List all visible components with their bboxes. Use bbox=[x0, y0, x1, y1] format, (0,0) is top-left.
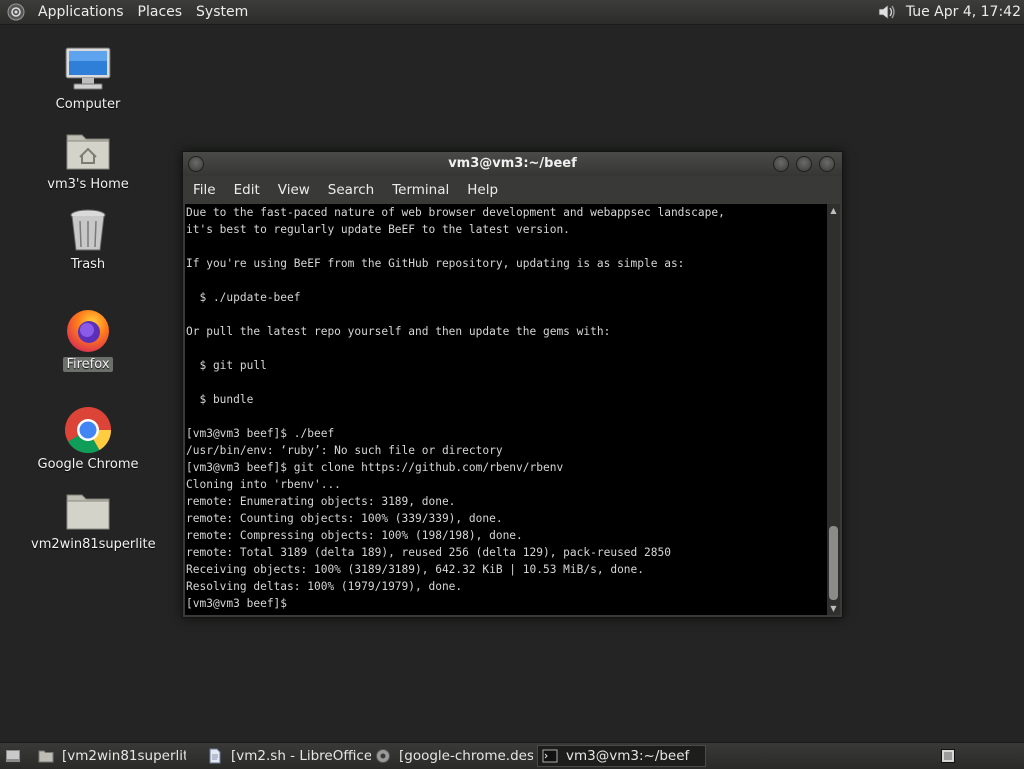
minimize-button[interactable] bbox=[773, 156, 789, 172]
desktop-icon-label: vm3's Home bbox=[47, 177, 129, 192]
terminal-line: Cloning into 'rbenv'... bbox=[186, 478, 341, 491]
desktop-icon-label: Google Chrome bbox=[37, 457, 139, 472]
trash-icon bbox=[70, 209, 106, 251]
desktop-icon-computer[interactable]: Computer bbox=[28, 45, 148, 112]
terminal-line: Receiving objects: 100% (3189/3189), 642… bbox=[186, 563, 645, 576]
taskbar-item-label: [google-chrome.des... bbox=[399, 748, 533, 764]
desktop-icon-home[interactable]: vm3's Home bbox=[28, 125, 148, 192]
firefox-icon bbox=[67, 310, 109, 352]
window-title: vm3@vm3:~/beef bbox=[448, 156, 577, 171]
desktop-icon-label: Firefox bbox=[63, 357, 113, 372]
applications-menu[interactable]: Applications bbox=[31, 1, 131, 23]
taskbar-item-google-chrome-desktop[interactable]: [google-chrome.des... bbox=[371, 745, 533, 767]
desktop-icon-label: vm2win81superlite bbox=[31, 537, 156, 552]
terminal-output[interactable]: Due to the fast-paced nature of web brow… bbox=[185, 204, 827, 615]
desktop-icon-label: Trash bbox=[70, 257, 106, 272]
taskbar-item-terminal[interactable]: vm3@vm3:~/beef bbox=[537, 745, 706, 767]
top-panel-tray: Tue Apr 4, 17:42 bbox=[876, 0, 1024, 24]
settings-icon bbox=[376, 749, 390, 763]
folder-icon bbox=[38, 750, 54, 763]
top-panel: Applications Places System Tue Apr 4, 17… bbox=[0, 0, 1024, 25]
system-menu[interactable]: System bbox=[189, 1, 255, 23]
gnome-foot-icon[interactable] bbox=[7, 3, 25, 21]
terminal-line: $ git pull bbox=[186, 359, 267, 372]
taskbar-item-vm2win81superlite[interactable]: [vm2win81superlite] bbox=[34, 745, 186, 767]
folder-icon bbox=[66, 494, 110, 530]
terminal-line: remote: Total 3189 (delta 189), reused 2… bbox=[186, 546, 671, 559]
computer-icon bbox=[65, 47, 111, 90]
terminal-line: Due to the fast-paced nature of web brow… bbox=[186, 206, 725, 219]
terminal-line: remote: Enumerating objects: 3189, done. bbox=[186, 495, 456, 508]
terminal-line: /usr/bin/env: ‘ruby’: No such file or di… bbox=[186, 444, 503, 457]
taskbar-item-libreoffice[interactable]: [vm2.sh - LibreOffice... bbox=[203, 745, 371, 767]
terminal-line: Or pull the latest repo yourself and the… bbox=[186, 325, 611, 338]
terminal-prompt-line: [vm3@vm3 beef]$ bbox=[186, 597, 294, 610]
terminal-line: remote: Compressing objects: 100% (198/1… bbox=[186, 529, 523, 542]
workspace-switcher[interactable] bbox=[941, 749, 955, 763]
terminal-line: remote: Counting objects: 100% (339/339)… bbox=[186, 512, 503, 525]
terminal-line: it's best to regularly update BeEF to th… bbox=[186, 223, 570, 236]
scrollbar-thumb[interactable] bbox=[829, 526, 838, 600]
menu-view[interactable]: View bbox=[269, 178, 319, 202]
terminal-menubar: File Edit View Search Terminal Help bbox=[183, 177, 842, 203]
terminal-icon bbox=[542, 749, 558, 763]
menu-terminal[interactable]: Terminal bbox=[383, 178, 458, 202]
show-desktop-icon[interactable] bbox=[5, 749, 21, 763]
desktop-icon-chrome[interactable]: Google Chrome bbox=[28, 405, 148, 472]
chrome-icon bbox=[65, 407, 112, 454]
menu-search[interactable]: Search bbox=[319, 178, 383, 202]
terminal-scrollbar[interactable]: ▲ ▼ bbox=[827, 204, 840, 615]
desktop-icon-trash[interactable]: Trash bbox=[28, 205, 148, 272]
taskbar-item-label: [vm2.sh - LibreOffice... bbox=[231, 748, 371, 764]
clock[interactable]: Tue Apr 4, 17:42 bbox=[906, 4, 1021, 20]
window-titlebar[interactable]: vm3@vm3:~/beef bbox=[183, 152, 842, 176]
document-icon bbox=[209, 748, 221, 764]
scroll-up-arrow-icon[interactable]: ▲ bbox=[827, 204, 840, 217]
menu-help[interactable]: Help bbox=[458, 178, 507, 202]
desktop-icon-label: Computer bbox=[55, 97, 121, 112]
maximize-button[interactable] bbox=[796, 156, 812, 172]
home-folder-icon bbox=[66, 134, 110, 170]
terminal-window[interactable]: vm3@vm3:~/beef File Edit View Search Ter… bbox=[182, 151, 843, 618]
bottom-panel: [vm2win81superlite] [vm2.sh - LibreOffic… bbox=[0, 742, 1024, 769]
terminal-line: $ ./update-beef bbox=[186, 291, 301, 304]
terminal-line: [vm3@vm3 beef]$ git clone https://github… bbox=[186, 461, 564, 474]
taskbar-item-label: [vm2win81superlite] bbox=[62, 748, 186, 764]
terminal-line: [vm3@vm3 beef]$ ./beef bbox=[186, 427, 335, 440]
close-button[interactable] bbox=[819, 156, 835, 172]
desktop-icon-vm2win81superlite[interactable]: vm2win81superlite bbox=[28, 485, 156, 552]
volume-icon[interactable] bbox=[876, 2, 898, 22]
places-menu[interactable]: Places bbox=[131, 1, 190, 23]
terminal-line: If you're using BeEF from the GitHub rep… bbox=[186, 257, 685, 270]
taskbar-item-label: vm3@vm3:~/beef bbox=[566, 748, 690, 764]
terminal-line: Resolving deltas: 100% (1979/1979), done… bbox=[186, 580, 463, 593]
scroll-down-arrow-icon[interactable]: ▼ bbox=[827, 602, 840, 615]
menu-edit[interactable]: Edit bbox=[225, 178, 269, 202]
desktop-icon-firefox[interactable]: Firefox bbox=[28, 305, 148, 372]
menu-file[interactable]: File bbox=[183, 178, 225, 202]
terminal-line: $ bundle bbox=[186, 393, 254, 406]
